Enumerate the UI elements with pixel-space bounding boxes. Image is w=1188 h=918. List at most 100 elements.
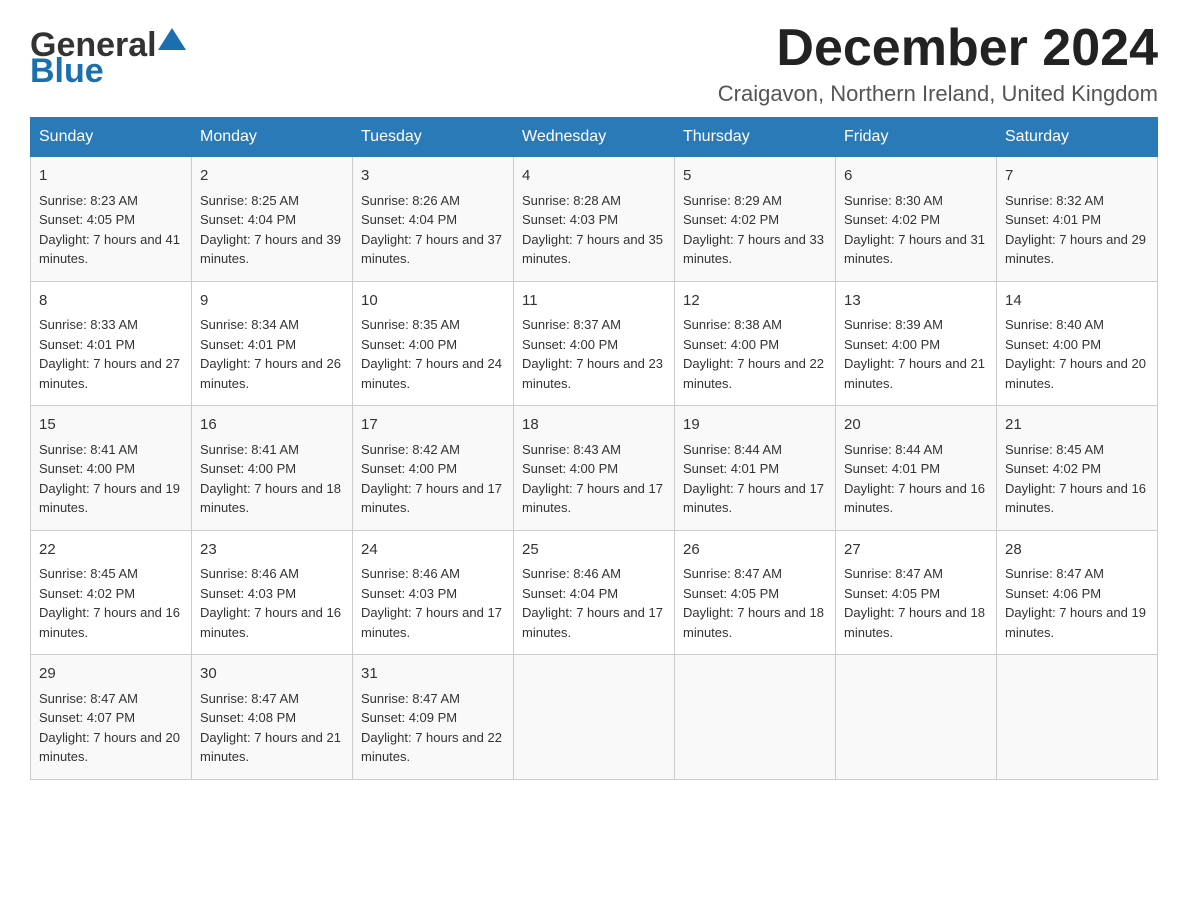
sunset-text: Sunset: 4:00 PM xyxy=(522,337,618,352)
sunset-text: Sunset: 4:08 PM xyxy=(200,710,296,725)
calendar-day-cell: 6 Sunrise: 8:30 AM Sunset: 4:02 PM Dayli… xyxy=(836,157,997,282)
sunrise-text: Sunrise: 8:47 AM xyxy=(39,691,138,706)
sunset-text: Sunset: 4:02 PM xyxy=(1005,461,1101,476)
sunrise-text: Sunrise: 8:46 AM xyxy=(361,566,460,581)
daylight-text: Daylight: 7 hours and 35 minutes. xyxy=(522,232,663,267)
sunset-text: Sunset: 4:03 PM xyxy=(200,586,296,601)
calendar-day-cell: 9 Sunrise: 8:34 AM Sunset: 4:01 PM Dayli… xyxy=(192,281,353,406)
daylight-text: Daylight: 7 hours and 31 minutes. xyxy=(844,232,985,267)
sunrise-text: Sunrise: 8:47 AM xyxy=(200,691,299,706)
location-title: Craigavon, Northern Ireland, United King… xyxy=(718,81,1158,107)
sunrise-text: Sunrise: 8:44 AM xyxy=(844,442,943,457)
calendar-day-cell: 21 Sunrise: 8:45 AM Sunset: 4:02 PM Dayl… xyxy=(997,406,1158,531)
calendar-day-cell: 30 Sunrise: 8:47 AM Sunset: 4:08 PM Dayl… xyxy=(192,655,353,780)
day-number: 17 xyxy=(361,414,505,437)
calendar-day-cell: 29 Sunrise: 8:47 AM Sunset: 4:07 PM Dayl… xyxy=(31,655,192,780)
sunset-text: Sunset: 4:00 PM xyxy=(683,337,779,352)
sunrise-text: Sunrise: 8:47 AM xyxy=(844,566,943,581)
sunrise-text: Sunrise: 8:33 AM xyxy=(39,317,138,332)
daylight-text: Daylight: 7 hours and 19 minutes. xyxy=(1005,605,1146,640)
sunset-text: Sunset: 4:01 PM xyxy=(1005,212,1101,227)
daylight-text: Daylight: 7 hours and 20 minutes. xyxy=(1005,356,1146,391)
sunset-text: Sunset: 4:09 PM xyxy=(361,710,457,725)
calendar-day-cell: 2 Sunrise: 8:25 AM Sunset: 4:04 PM Dayli… xyxy=(192,157,353,282)
sunrise-text: Sunrise: 8:26 AM xyxy=(361,193,460,208)
sunrise-text: Sunrise: 8:23 AM xyxy=(39,193,138,208)
sunrise-text: Sunrise: 8:39 AM xyxy=(844,317,943,332)
sunset-text: Sunset: 4:06 PM xyxy=(1005,586,1101,601)
day-number: 23 xyxy=(200,539,344,562)
daylight-text: Daylight: 7 hours and 27 minutes. xyxy=(39,356,180,391)
calendar-day-cell: 24 Sunrise: 8:46 AM Sunset: 4:03 PM Dayl… xyxy=(353,530,514,655)
day-header-monday: Monday xyxy=(192,118,353,157)
day-number: 12 xyxy=(683,290,827,313)
sunset-text: Sunset: 4:07 PM xyxy=(39,710,135,725)
calendar-day-cell: 5 Sunrise: 8:29 AM Sunset: 4:02 PM Dayli… xyxy=(675,157,836,282)
calendar-day-cell: 15 Sunrise: 8:41 AM Sunset: 4:00 PM Dayl… xyxy=(31,406,192,531)
calendar-day-cell: 7 Sunrise: 8:32 AM Sunset: 4:01 PM Dayli… xyxy=(997,157,1158,282)
sunrise-text: Sunrise: 8:25 AM xyxy=(200,193,299,208)
sunrise-text: Sunrise: 8:47 AM xyxy=(361,691,460,706)
calendar-day-cell: 13 Sunrise: 8:39 AM Sunset: 4:00 PM Dayl… xyxy=(836,281,997,406)
calendar-day-cell: 17 Sunrise: 8:42 AM Sunset: 4:00 PM Dayl… xyxy=(353,406,514,531)
daylight-text: Daylight: 7 hours and 23 minutes. xyxy=(522,356,663,391)
sunrise-text: Sunrise: 8:46 AM xyxy=(200,566,299,581)
day-number: 11 xyxy=(522,290,666,313)
calendar-day-cell: 4 Sunrise: 8:28 AM Sunset: 4:03 PM Dayli… xyxy=(514,157,675,282)
calendar-day-cell: 11 Sunrise: 8:37 AM Sunset: 4:00 PM Dayl… xyxy=(514,281,675,406)
daylight-text: Daylight: 7 hours and 29 minutes. xyxy=(1005,232,1146,267)
day-header-sunday: Sunday xyxy=(31,118,192,157)
day-number: 2 xyxy=(200,165,344,188)
sunset-text: Sunset: 4:00 PM xyxy=(361,461,457,476)
calendar-week-row: 29 Sunrise: 8:47 AM Sunset: 4:07 PM Dayl… xyxy=(31,655,1158,780)
day-header-wednesday: Wednesday xyxy=(514,118,675,157)
daylight-text: Daylight: 7 hours and 17 minutes. xyxy=(361,481,502,516)
sunrise-text: Sunrise: 8:34 AM xyxy=(200,317,299,332)
daylight-text: Daylight: 7 hours and 16 minutes. xyxy=(39,605,180,640)
sunset-text: Sunset: 4:00 PM xyxy=(200,461,296,476)
day-number: 13 xyxy=(844,290,988,313)
sunset-text: Sunset: 4:00 PM xyxy=(522,461,618,476)
sunset-text: Sunset: 4:04 PM xyxy=(522,586,618,601)
sunrise-text: Sunrise: 8:47 AM xyxy=(683,566,782,581)
day-number: 27 xyxy=(844,539,988,562)
calendar-day-cell: 3 Sunrise: 8:26 AM Sunset: 4:04 PM Dayli… xyxy=(353,157,514,282)
day-number: 30 xyxy=(200,663,344,686)
title-section: December 2024 Craigavon, Northern Irelan… xyxy=(718,20,1158,107)
day-number: 21 xyxy=(1005,414,1149,437)
sunrise-text: Sunrise: 8:35 AM xyxy=(361,317,460,332)
calendar-day-cell: 12 Sunrise: 8:38 AM Sunset: 4:00 PM Dayl… xyxy=(675,281,836,406)
sunrise-text: Sunrise: 8:42 AM xyxy=(361,442,460,457)
sunset-text: Sunset: 4:05 PM xyxy=(39,212,135,227)
day-header-thursday: Thursday xyxy=(675,118,836,157)
day-number: 14 xyxy=(1005,290,1149,313)
day-number: 29 xyxy=(39,663,183,686)
daylight-text: Daylight: 7 hours and 37 minutes. xyxy=(361,232,502,267)
sunrise-text: Sunrise: 8:41 AM xyxy=(200,442,299,457)
sunset-text: Sunset: 4:04 PM xyxy=(200,212,296,227)
daylight-text: Daylight: 7 hours and 16 minutes. xyxy=(844,481,985,516)
calendar-header-row: SundayMondayTuesdayWednesdayThursdayFrid… xyxy=(31,118,1158,157)
daylight-text: Daylight: 7 hours and 21 minutes. xyxy=(844,356,985,391)
sunset-text: Sunset: 4:02 PM xyxy=(39,586,135,601)
calendar-day-cell: 10 Sunrise: 8:35 AM Sunset: 4:00 PM Dayl… xyxy=(353,281,514,406)
day-number: 9 xyxy=(200,290,344,313)
sunset-text: Sunset: 4:01 PM xyxy=(683,461,779,476)
daylight-text: Daylight: 7 hours and 22 minutes. xyxy=(683,356,824,391)
sunrise-text: Sunrise: 8:28 AM xyxy=(522,193,621,208)
daylight-text: Daylight: 7 hours and 17 minutes. xyxy=(683,481,824,516)
day-number: 16 xyxy=(200,414,344,437)
day-number: 7 xyxy=(1005,165,1149,188)
day-number: 31 xyxy=(361,663,505,686)
daylight-text: Daylight: 7 hours and 17 minutes. xyxy=(522,481,663,516)
daylight-text: Daylight: 7 hours and 21 minutes. xyxy=(200,730,341,765)
sunset-text: Sunset: 4:03 PM xyxy=(361,586,457,601)
sunrise-text: Sunrise: 8:43 AM xyxy=(522,442,621,457)
page-header: GeneralBlue December 2024 Craigavon, Nor… xyxy=(30,20,1158,107)
calendar-day-cell: 31 Sunrise: 8:47 AM Sunset: 4:09 PM Dayl… xyxy=(353,655,514,780)
sunrise-text: Sunrise: 8:38 AM xyxy=(683,317,782,332)
sunset-text: Sunset: 4:00 PM xyxy=(844,337,940,352)
sunrise-text: Sunrise: 8:44 AM xyxy=(683,442,782,457)
calendar-day-cell: 8 Sunrise: 8:33 AM Sunset: 4:01 PM Dayli… xyxy=(31,281,192,406)
calendar-day-cell: 27 Sunrise: 8:47 AM Sunset: 4:05 PM Dayl… xyxy=(836,530,997,655)
